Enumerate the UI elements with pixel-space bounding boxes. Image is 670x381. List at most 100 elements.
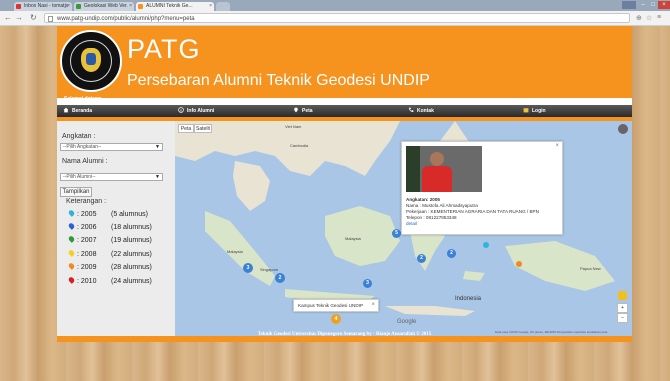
reload-icon[interactable]: ↻ <box>30 13 37 23</box>
marker-icon <box>67 209 76 217</box>
chevron-down-icon: ▼ <box>155 144 160 150</box>
popup-detail-link[interactable]: detail <box>406 221 417 227</box>
browser-tab[interactable]: Inbox Nasi - tomatjx × <box>14 2 72 11</box>
phone-icon <box>409 107 414 112</box>
filter-sidebar: Angkatan : --Pilih Angkatan-- ▼ Nama Alu… <box>57 121 175 336</box>
map-marker-icon[interactable] <box>483 242 489 248</box>
url-text: www.patg-undip.com/public/alumni/php?men… <box>57 16 195 22</box>
tab-title: ALUMNI Teknik Ge... <box>146 3 193 9</box>
popup-telepon: Telepon : 081227853348 <box>406 215 457 220</box>
browser-tab-active[interactable]: ALUMNI Teknik Ge... × <box>136 2 214 11</box>
menu-item-login[interactable]: Login <box>523 105 546 117</box>
menu-item-beranda[interactable]: Beranda <box>63 105 92 117</box>
nama-alumni-select-value: --Pilih Alumni-- <box>63 174 96 180</box>
menu-label: Beranda <box>72 108 93 114</box>
satellite-view-button[interactable]: Satelit <box>194 124 212 133</box>
map-place-label: Papua New <box>580 266 601 271</box>
site-favicon-icon <box>138 4 143 9</box>
popup-nama: Nama : Mustofa Ali Ahmadsyaputra <box>406 203 478 208</box>
angkatan-select-value: --Pilih Angkatan-- <box>63 144 102 150</box>
marker-icon <box>67 235 76 243</box>
address-bar[interactable]: www.patg-undip.com/public/alumni/php?men… <box>44 13 630 23</box>
home-icon <box>63 107 69 113</box>
site-title: PATG <box>127 34 201 64</box>
site-container: PATG Persebaran Alumni Teknik Geodesi UN… <box>57 26 632 342</box>
close-icon[interactable]: × <box>209 2 212 11</box>
zoom-out-button[interactable]: − <box>617 313 628 323</box>
folder-icon <box>523 108 529 113</box>
marker-icon <box>67 222 76 230</box>
street-view-icon[interactable] <box>618 291 627 300</box>
info-icon <box>178 107 184 113</box>
nama-alumni-label: Nama Alumni : <box>62 158 108 165</box>
legend-item: : 2006 (18 alumnus) <box>67 222 152 231</box>
close-icon[interactable]: × <box>67 2 70 11</box>
marker-cluster[interactable]: 3 <box>243 263 253 273</box>
menu-icon[interactable]: ≡ <box>657 14 661 21</box>
forward-icon[interactable]: → <box>15 13 23 23</box>
alumni-map[interactable]: Peta Satelit Viet Nam Cambodia Malaysia … <box>175 121 632 336</box>
close-icon[interactable]: × <box>129 2 132 11</box>
marker-cluster[interactable]: 3 <box>363 279 372 288</box>
page-icon <box>48 16 53 22</box>
map-icon <box>294 107 298 113</box>
nama-alumni-select[interactable]: --Pilih Alumni-- ▼ <box>60 173 163 181</box>
main-menu: Beranda Info Alumni Peta Kontak Login <box>57 105 632 117</box>
bookmark-star-icon[interactable]: ☆ <box>646 14 652 22</box>
browser-nav-bar: ← → ↻ www.patg-undip.com/public/alumni/p… <box>0 11 670 26</box>
welcome-text: Selamat datang <box>64 96 101 102</box>
user-icon[interactable] <box>622 1 636 9</box>
tab-title: Geolokasi Web Ver. <box>84 3 128 9</box>
tampilkan-button[interactable]: Tampilkan <box>60 187 92 197</box>
back-icon[interactable]: ← <box>4 13 12 23</box>
popup-pekerjaan: Pekerjaan : KEMENTERIAN AGRARIA DAN TATA… <box>406 209 539 214</box>
browser-tab[interactable]: Geolokasi Web Ver. × <box>74 2 134 11</box>
legend-item: : 2010 (24 alumnus) <box>67 276 152 285</box>
map-place-label: Cambodia <box>290 143 309 148</box>
marker-cluster[interactable]: 2 <box>275 273 285 283</box>
map-place-label: Singapore <box>260 267 279 272</box>
site-subtitle: Persebaran Alumni Teknik Geodesi UNDIP <box>127 72 430 89</box>
popup-angkatan: Angkatan: 2005 <box>406 197 440 202</box>
mail-icon <box>16 4 21 9</box>
map-place-label: Malaysia <box>345 236 361 241</box>
close-window-icon[interactable]: × <box>658 1 670 9</box>
marker-cluster[interactable]: 2 <box>417 254 426 263</box>
menu-label: Info Alumni <box>187 108 215 114</box>
legend-item: : 2007 (19 alumnus) <box>67 235 152 244</box>
alumni-info-popup: × Angkatan: 2005 Nama : Mustofa Ali Ahma… <box>401 141 563 235</box>
angkatan-select[interactable]: --Pilih Angkatan-- ▼ <box>60 143 163 151</box>
alumni-photo <box>406 146 482 192</box>
site-favicon-icon <box>76 4 81 9</box>
maximize-icon[interactable]: □ <box>648 1 658 9</box>
undip-logo <box>60 30 122 92</box>
menu-label: Login <box>532 108 546 114</box>
map-marker-icon[interactable] <box>516 261 522 267</box>
close-icon[interactable]: × <box>371 302 375 308</box>
zoom-icon[interactable]: ⊕ <box>636 14 642 22</box>
campus-label: Kampus Teknik Geodesi UNDIP <box>298 303 364 308</box>
close-icon[interactable]: × <box>555 143 559 149</box>
menu-item-kontak[interactable]: Kontak <box>408 105 434 117</box>
marker-icon <box>67 276 76 284</box>
legend-item: : 2005 (5 alumnus) <box>67 209 148 218</box>
google-logo: Google <box>397 319 417 325</box>
minimize-icon[interactable]: – <box>638 1 648 9</box>
marker-cluster[interactable]: 2 <box>447 249 456 258</box>
menu-item-peta[interactable]: Peta <box>293 105 313 117</box>
menu-item-info-alumni[interactable]: Info Alumni <box>178 105 214 117</box>
map-settings-icon[interactable] <box>618 124 628 134</box>
new-tab-button[interactable] <box>216 2 230 11</box>
zoom-in-button[interactable]: + <box>617 303 628 313</box>
campus-info-popup: Kampus Teknik Geodesi UNDIP × <box>293 299 379 312</box>
tab-title: Inbox Nasi - tomatjx <box>24 3 69 9</box>
menu-label: Kontak <box>417 108 434 114</box>
marker-icon <box>67 262 76 270</box>
marker-icon <box>67 249 76 257</box>
map-place-label: Indonesia <box>455 296 482 302</box>
marker-cluster[interactable]: 4 <box>331 314 341 324</box>
map-place-label: Malaysia <box>227 249 243 254</box>
chevron-down-icon: ▼ <box>155 174 160 180</box>
marker-cluster[interactable]: 5 <box>392 229 401 238</box>
map-view-button[interactable]: Peta <box>178 124 194 133</box>
